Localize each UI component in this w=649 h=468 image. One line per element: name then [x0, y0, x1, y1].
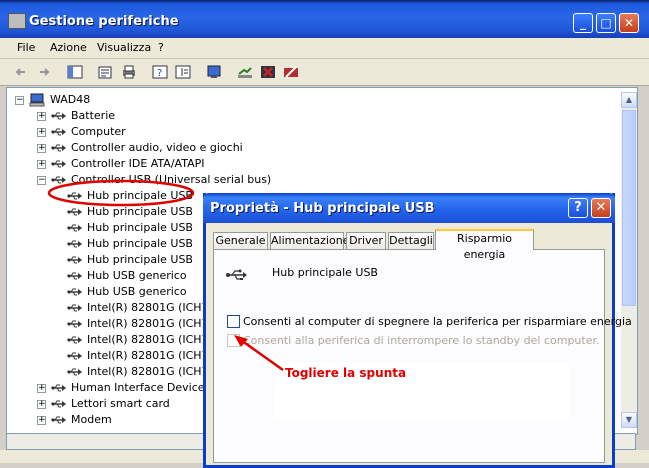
window-title: Gestione periferiche — [29, 14, 179, 29]
print-icon[interactable] — [121, 64, 137, 80]
device-name: Hub principale USB — [272, 266, 378, 279]
toolbar: ? — [0, 59, 649, 86]
usb-icon — [226, 269, 247, 280]
tree-root-label: WAD48 — [50, 93, 91, 106]
usb-icon — [67, 224, 82, 232]
tree-item-label: Human Interface Device (HI — [71, 381, 224, 394]
tree-item-label: Hub USB generico — [87, 269, 187, 282]
scrollbar-thumb[interactable] — [622, 110, 636, 306]
highlight-ellipse — [47, 179, 195, 207]
expand-expander[interactable]: + — [37, 416, 46, 425]
menu-azione[interactable]: Azione — [50, 41, 87, 54]
usb-icon — [67, 352, 82, 360]
tree-item-label: Controller audio, video e giochi — [71, 141, 243, 154]
dialog-help-button[interactable]: ? — [568, 198, 588, 218]
expand-expander[interactable]: + — [37, 160, 46, 169]
tab-alimentazione[interactable]: Alimentazione — [270, 232, 349, 249]
tree-item-label: Intel(R) 82801G (ICH7 F — [87, 333, 219, 346]
back-arrow-icon[interactable] — [13, 64, 29, 80]
menu-visualizza[interactable]: Visualizza — [97, 41, 151, 54]
usb-icon — [67, 240, 82, 248]
console-tree-icon[interactable] — [67, 64, 83, 80]
tab-generale[interactable]: Generale — [213, 232, 268, 249]
tree-item-label: Modem — [71, 413, 112, 426]
tree-item-label: Hub principale USB — [87, 237, 193, 250]
dialog-close-button[interactable]: ✕ — [591, 198, 611, 218]
menu-help[interactable]: ? — [158, 41, 164, 54]
usb-icon — [67, 368, 82, 376]
usb-icon — [67, 304, 82, 312]
collapse-expander[interactable]: − — [37, 176, 46, 185]
tab-risparmio-energia[interactable]: Risparmio energia — [435, 229, 534, 261]
menu-file[interactable]: File — [17, 41, 35, 54]
tree-item-label: Lettori smart card — [71, 397, 170, 410]
details-view-icon[interactable] — [175, 64, 191, 80]
tree-item-label: Hub USB generico — [87, 285, 187, 298]
tree-item-label: Intel(R) 82801G (ICH7 F — [87, 365, 219, 378]
properties-icon[interactable] — [97, 64, 113, 80]
tab-dettagli[interactable]: Dettagli — [388, 232, 434, 249]
expand-expander[interactable]: + — [37, 112, 46, 121]
scroll-down-arrow-icon[interactable]: ▼ — [621, 412, 637, 428]
usb-icon — [67, 336, 82, 344]
tree-item-label: Intel(R) 82801G (ICH7 F — [87, 301, 219, 314]
expand-expander[interactable]: + — [37, 128, 46, 137]
usb-icon — [67, 288, 82, 296]
tree-item-label: Hub principale USB — [87, 253, 193, 266]
tree-item-label: Hub principale USB — [87, 221, 193, 234]
expand-expander[interactable]: + — [37, 384, 46, 393]
uninstall-icon[interactable] — [260, 64, 276, 80]
allow-wake-label: Consenti alla periferica di interrompere… — [243, 334, 600, 347]
tree-item-label: Intel(R) 82801G (ICH7 F — [87, 317, 219, 330]
computer-icon — [51, 128, 66, 136]
close-button[interactable]: ✕ — [619, 13, 639, 33]
minimize-button[interactable]: _ — [573, 13, 593, 33]
help-icon[interactable]: ? — [152, 64, 168, 80]
usb-icon — [67, 272, 82, 280]
svg-text:?: ? — [157, 68, 162, 79]
annotation-arrow — [234, 335, 284, 372]
usb-icon — [67, 320, 82, 328]
scan-hardware-icon[interactable] — [206, 64, 222, 80]
tree-item-label: Controller IDE ATA/ATAPI — [71, 157, 205, 170]
expand-expander[interactable]: + — [37, 144, 46, 153]
allow-power-off-checkbox[interactable] — [227, 315, 240, 328]
update-driver-icon[interactable] — [237, 64, 253, 80]
forward-arrow-icon[interactable] — [36, 64, 52, 80]
smart-card-icon — [51, 400, 66, 408]
expand-expander[interactable]: + — [37, 400, 46, 409]
audio-icon — [51, 144, 66, 152]
ide-icon — [51, 160, 66, 168]
maximize-button[interactable]: □ — [596, 13, 616, 33]
annotation-text: Togliere la spunta — [285, 366, 407, 380]
allow-power-off-label[interactable]: Consenti al computer di spegnere la peri… — [243, 315, 632, 328]
scroll-up-arrow-icon[interactable]: ▲ — [621, 92, 637, 108]
battery-icon — [51, 112, 66, 120]
collapse-expander[interactable]: − — [15, 96, 24, 105]
tree-item-label: Batterie — [71, 109, 116, 122]
menubar: File Azione Visualizza ? — [0, 38, 649, 59]
disable-device-icon[interactable] — [283, 64, 299, 80]
computer-icon — [29, 93, 45, 107]
modem-icon — [51, 416, 66, 424]
dialog-title: Proprietà - Hub principale USB — [210, 201, 435, 216]
tree-item-label: Intel(R) 82801G (ICH7 F — [87, 349, 219, 362]
hid-icon — [51, 384, 66, 392]
usb-icon — [67, 256, 82, 264]
tab-driver[interactable]: Driver — [346, 232, 386, 249]
device-manager-icon — [8, 13, 26, 29]
tree-item-label: Computer — [71, 125, 126, 138]
